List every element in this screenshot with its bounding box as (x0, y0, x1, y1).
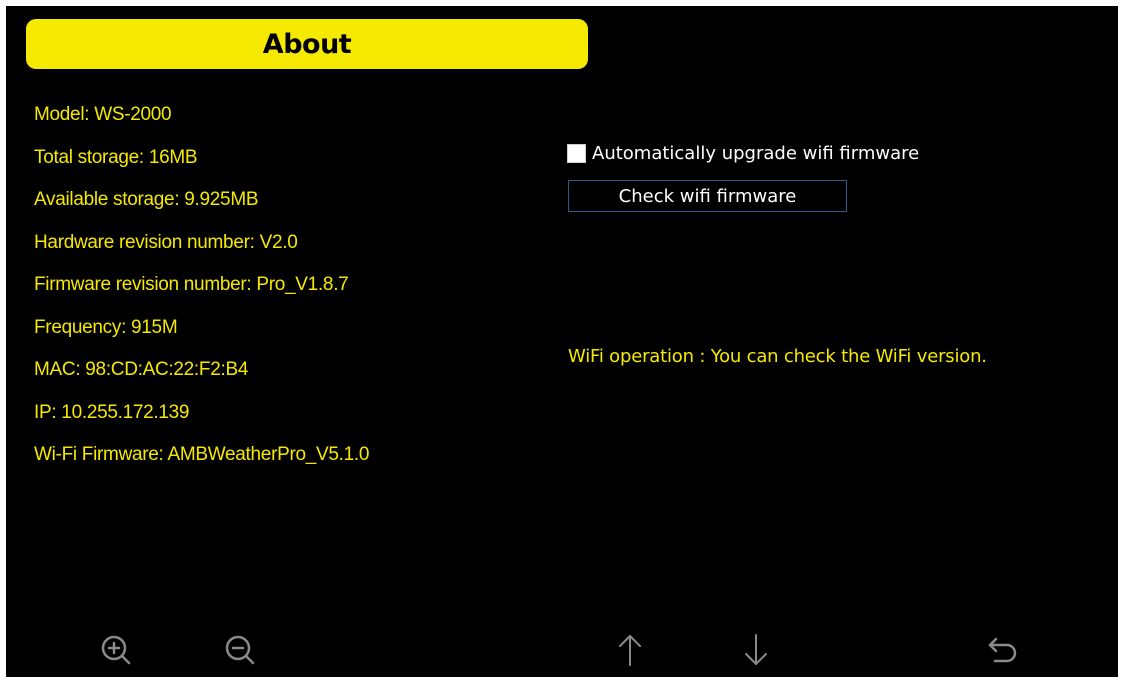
info-ip: IP: 10.255.172.139 (34, 401, 190, 423)
info-model: Model: WS-2000 (34, 104, 172, 125)
zoom-out-button[interactable] (220, 630, 260, 670)
back-button[interactable] (983, 630, 1023, 670)
info-firmware-revision: Firmware revision number: Pro_V1.8.7 (34, 274, 349, 295)
zoom-out-icon (225, 635, 255, 665)
arrow-down-icon (745, 634, 767, 665)
about-screen: About Model: WS-2000 Total storage: 16MB… (6, 6, 1118, 677)
zoom-in-button[interactable] (96, 630, 136, 670)
zoom-in-icon (101, 635, 131, 665)
auto-upgrade-checkbox[interactable] (567, 144, 586, 163)
info-total-storage: Total storage: 16MB (34, 146, 198, 168)
info-mac: MAC: 98:CD:AC:22:F2:B4 (34, 359, 249, 380)
scroll-up-button[interactable] (610, 630, 650, 670)
wifi-operation-note: WiFi operation : You can check the WiFi … (568, 346, 987, 367)
info-hardware-revision: Hardware revision number: V2.0 (34, 231, 298, 253)
info-available-storage: Available storage: 9.925MB (34, 189, 259, 210)
scroll-down-button[interactable] (736, 630, 776, 670)
check-wifi-firmware-button[interactable]: Check wifi firmware (568, 180, 847, 212)
info-frequency: Frequency: 915M (34, 316, 178, 338)
title-bar: About (26, 19, 588, 69)
auto-upgrade-label: Automatically upgrade wifi firmware (592, 143, 920, 164)
arrow-up-icon (619, 635, 641, 666)
device-info-list: Model: WS-2000 Total storage: 16MB Avail… (34, 97, 369, 480)
page-title: About (262, 28, 352, 60)
info-wifi-firmware: Wi-Fi Firmware: AMBWeatherPro_V5.1.0 (34, 444, 370, 465)
back-icon (988, 637, 1017, 663)
auto-upgrade-checkbox-row[interactable]: Automatically upgrade wifi firmware (567, 143, 919, 164)
